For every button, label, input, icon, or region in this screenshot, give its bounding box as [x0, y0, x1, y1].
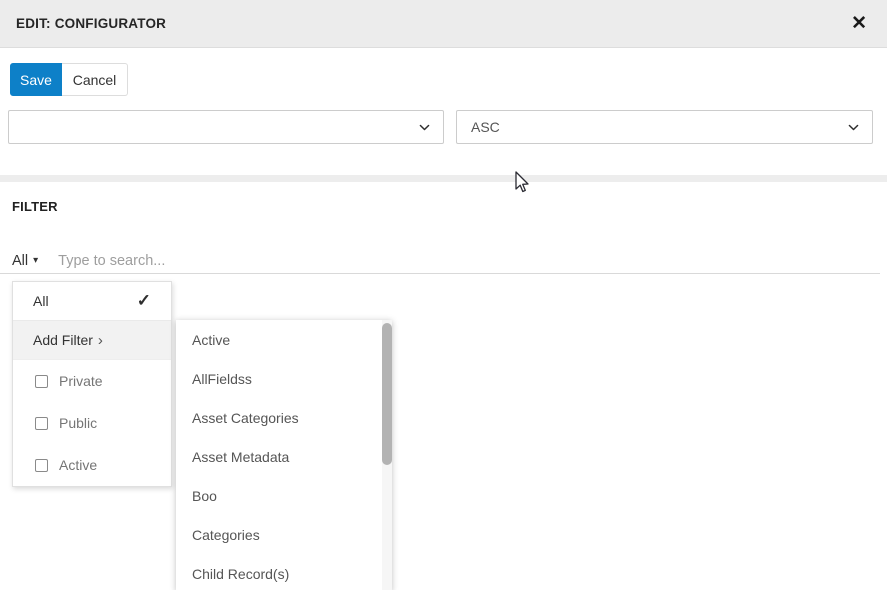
menu-item-public[interactable]: Public: [13, 402, 171, 444]
submenu-item-child-records[interactable]: Child Record(s): [176, 554, 392, 590]
close-icon[interactable]: ✕: [847, 12, 871, 35]
filter-section-heading: FILTER: [12, 199, 58, 214]
chevron-down-icon: [418, 121, 431, 134]
mouse-cursor-icon: [513, 170, 530, 194]
scrollbar-track[interactable]: [382, 320, 392, 590]
checkbox-active-label: Active: [59, 457, 97, 473]
submenu-item-asset-categories[interactable]: Asset Categories: [176, 398, 392, 437]
scope-dropdown-menu: All ✓ Add Filter › Private Public Active: [12, 281, 172, 487]
scope-dropdown-trigger[interactable]: All ▾: [12, 253, 38, 269]
toolbar: Save Cancel: [10, 63, 128, 96]
checkbox-public[interactable]: [35, 417, 48, 430]
menu-item-add-filter-label: Add Filter: [33, 332, 93, 348]
menu-item-all[interactable]: All ✓: [13, 282, 171, 321]
modal-header: EDIT: CONFIGURATOR ✕: [0, 0, 887, 48]
submenu-item-active[interactable]: Active: [176, 320, 392, 359]
submenu-item-allfieldss[interactable]: AllFieldss: [176, 359, 392, 398]
sort-order-select[interactable]: ASC: [456, 110, 873, 144]
menu-item-all-label: All: [33, 293, 49, 309]
chevron-down-icon: [847, 121, 860, 134]
sort-order-select-value: ASC: [471, 119, 500, 135]
cancel-button[interactable]: Cancel: [62, 63, 128, 96]
check-icon: ✓: [137, 291, 151, 311]
section-divider: [0, 175, 887, 182]
add-filter-submenu: Active AllFieldss Asset Categories Asset…: [176, 320, 392, 590]
caret-down-icon: ▾: [33, 255, 38, 266]
checkbox-public-label: Public: [59, 415, 97, 431]
submenu-arrow-icon: ›: [98, 332, 103, 349]
checkbox-private[interactable]: [35, 375, 48, 388]
scrollbar-thumb[interactable]: [382, 323, 392, 465]
search-input[interactable]: [58, 253, 758, 269]
page-title: EDIT: CONFIGURATOR: [16, 16, 166, 31]
submenu-item-asset-metadata[interactable]: Asset Metadata: [176, 437, 392, 476]
sort-field-select[interactable]: [8, 110, 444, 144]
menu-item-active[interactable]: Active: [13, 444, 171, 486]
checkbox-private-label: Private: [59, 373, 103, 389]
scope-dropdown-label: All: [12, 253, 28, 269]
checkbox-active[interactable]: [35, 459, 48, 472]
menu-item-private[interactable]: Private: [13, 360, 171, 402]
menu-item-add-filter[interactable]: Add Filter ›: [13, 321, 171, 360]
filter-search-bar: All ▾: [0, 248, 880, 274]
submenu-item-boo[interactable]: Boo: [176, 476, 392, 515]
edit-configurator-modal: EDIT: CONFIGURATOR ✕ Save Cancel ASC FIL…: [0, 0, 887, 590]
submenu-item-categories[interactable]: Categories: [176, 515, 392, 554]
save-button[interactable]: Save: [10, 63, 62, 96]
